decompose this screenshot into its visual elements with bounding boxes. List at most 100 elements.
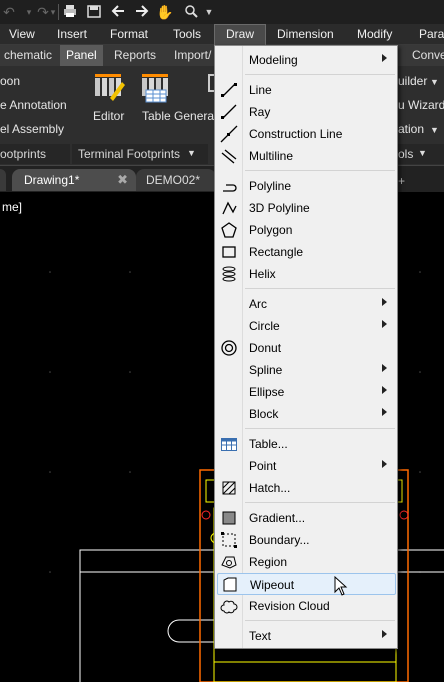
undo-icon[interactable]: ↶ bbox=[2, 3, 16, 21]
menu-separator bbox=[245, 170, 395, 171]
menu-item-polyline[interactable]: Polyline bbox=[217, 175, 396, 197]
draw-dropdown-menu: Modeling Line Ray Construction Line Mult… bbox=[214, 45, 398, 649]
ation-dropdown-icon[interactable]: ▼ bbox=[430, 125, 439, 135]
donut-icon bbox=[220, 339, 238, 357]
submenu-arrow-icon bbox=[382, 408, 387, 416]
submenu-arrow-icon bbox=[382, 386, 387, 394]
new-tab-icon[interactable]: + bbox=[398, 174, 405, 188]
qat-customize-icon[interactable]: ▼ bbox=[202, 3, 216, 21]
tab-import-export[interactable]: Import/ bbox=[168, 45, 217, 66]
menu-item-helix[interactable]: Helix bbox=[217, 263, 396, 285]
tab-panel[interactable]: Panel bbox=[60, 45, 103, 66]
zoom-realtime-icon[interactable] bbox=[182, 3, 200, 21]
submenu-arrow-icon bbox=[382, 54, 387, 62]
menu-item-line[interactable]: Line bbox=[217, 79, 396, 101]
submenu-arrow-icon bbox=[382, 298, 387, 306]
menu-item-construction-line[interactable]: Construction Line bbox=[217, 123, 396, 145]
polygon-icon bbox=[220, 221, 238, 239]
menubar: View Insert Format Tools Draw Dimension … bbox=[0, 24, 444, 45]
builder-dropdown-icon[interactable]: ▼ bbox=[430, 77, 439, 87]
open-icon[interactable] bbox=[86, 3, 102, 21]
revision-cloud-icon bbox=[220, 597, 238, 615]
menu-format[interactable]: Format bbox=[103, 24, 155, 45]
ribbon-item-annotation[interactable]: e Annotation bbox=[0, 98, 67, 112]
ribbon-item-builder[interactable]: uilder bbox=[398, 74, 427, 88]
ribbon-item-assembly[interactable]: el Assembly bbox=[0, 122, 64, 136]
gradient-icon bbox=[220, 509, 238, 527]
menu-item-multiline[interactable]: Multiline bbox=[217, 145, 396, 167]
menu-view[interactable]: View bbox=[2, 24, 42, 45]
menu-parametric[interactable]: Para bbox=[412, 24, 444, 45]
redo-dropdown-icon[interactable]: ▾ bbox=[48, 3, 58, 21]
helix-icon bbox=[220, 265, 238, 283]
menu-item-donut[interactable]: Donut bbox=[217, 337, 396, 359]
submenu-arrow-icon bbox=[382, 364, 387, 372]
close-icon[interactable]: ✖ bbox=[117, 169, 128, 191]
menu-modify[interactable]: Modify bbox=[350, 24, 399, 45]
menu-item-region[interactable]: Region bbox=[217, 551, 396, 573]
menu-dimension[interactable]: Dimension bbox=[270, 24, 341, 45]
menu-item-hatch[interactable]: Hatch... bbox=[217, 477, 396, 499]
ribbon-item-ation[interactable]: ation bbox=[398, 122, 424, 136]
ribbon-footer-footprints: ootprints bbox=[0, 144, 70, 164]
submenu-arrow-icon bbox=[382, 630, 387, 638]
print-icon[interactable] bbox=[62, 3, 78, 21]
menu-item-boundary[interactable]: Boundary... bbox=[217, 529, 396, 551]
ribbon-item-balloon[interactable]: oon bbox=[0, 74, 20, 88]
menu-item-table[interactable]: Table... bbox=[217, 433, 396, 455]
quick-access-toolbar: ↶ ▾ ↷ ▾ ✋ ▼ bbox=[0, 0, 444, 24]
menu-item-circle[interactable]: Circle bbox=[217, 315, 396, 337]
menu-item-3d-polyline[interactable]: 3D Polyline bbox=[217, 197, 396, 219]
tab-reports[interactable]: Reports bbox=[108, 45, 162, 66]
menu-item-wipeout[interactable]: Wipeout bbox=[217, 573, 396, 595]
menu-item-text[interactable]: Text bbox=[217, 625, 396, 647]
menu-insert[interactable]: Insert bbox=[50, 24, 94, 45]
back-arrow-icon[interactable] bbox=[110, 3, 126, 21]
menu-item-polygon[interactable]: Polygon bbox=[217, 219, 396, 241]
pan-hand-icon[interactable]: ✋ bbox=[156, 3, 174, 21]
undo-dropdown-icon[interactable]: ▾ bbox=[24, 3, 34, 21]
menu-item-block[interactable]: Block bbox=[217, 403, 396, 425]
wipeout-icon bbox=[221, 576, 239, 594]
tab-schematic[interactable]: chematic bbox=[0, 45, 58, 66]
table-icon bbox=[220, 435, 238, 453]
menu-tools[interactable]: Tools bbox=[166, 24, 208, 45]
construction-line-icon bbox=[220, 125, 238, 143]
menu-separator bbox=[245, 288, 395, 289]
menu-item-arc[interactable]: Arc bbox=[217, 293, 396, 315]
tab-conversion[interactable]: Conve bbox=[406, 45, 444, 66]
menu-separator bbox=[245, 502, 395, 503]
menu-separator bbox=[245, 74, 395, 75]
rectangle-icon bbox=[220, 243, 238, 261]
submenu-arrow-icon bbox=[382, 460, 387, 468]
menu-item-modeling[interactable]: Modeling bbox=[217, 49, 396, 71]
menu-item-gradient[interactable]: Gradient... bbox=[217, 507, 396, 529]
doc-tab-demo02[interactable]: DEMO02* bbox=[136, 169, 216, 191]
menu-item-rectangle[interactable]: Rectangle bbox=[217, 241, 396, 263]
3d-polyline-icon bbox=[220, 199, 238, 217]
mouse-cursor-icon bbox=[334, 576, 348, 596]
menu-item-revision-cloud[interactable]: Revision Cloud bbox=[217, 595, 396, 617]
ribbon-footer-terminal-footprints[interactable]: Terminal Footprints ▼ bbox=[72, 144, 208, 164]
menu-item-point[interactable]: Point bbox=[217, 455, 396, 477]
hatch-icon bbox=[220, 479, 238, 497]
menu-separator bbox=[245, 428, 395, 429]
polyline-icon bbox=[220, 177, 238, 195]
menu-draw[interactable]: Draw bbox=[214, 24, 266, 45]
doc-tab-partial[interactable] bbox=[0, 169, 6, 191]
doc-tab-label: DEMO02* bbox=[146, 173, 201, 187]
menu-item-spline[interactable]: Spline bbox=[217, 359, 396, 381]
table-generator-icon[interactable] bbox=[138, 70, 172, 104]
menu-item-ray[interactable]: Ray bbox=[217, 101, 396, 123]
editor-icon[interactable] bbox=[92, 70, 126, 104]
menu-separator bbox=[245, 620, 395, 621]
editor-label[interactable]: Editor bbox=[93, 109, 124, 123]
submenu-arrow-icon bbox=[382, 320, 387, 328]
ribbon-footer-tools[interactable]: ols ▼ bbox=[398, 144, 444, 164]
tools-chevron-icon[interactable]: ▼ bbox=[418, 148, 427, 158]
chevron-down-icon[interactable]: ▼ bbox=[187, 148, 196, 158]
menu-item-ellipse[interactable]: Ellipse bbox=[217, 381, 396, 403]
forward-arrow-icon[interactable] bbox=[134, 3, 150, 21]
ribbon-item-wizard[interactable]: u Wizard bbox=[398, 98, 444, 112]
doc-tab-drawing1[interactable]: Drawing1* ✖ bbox=[12, 169, 136, 191]
